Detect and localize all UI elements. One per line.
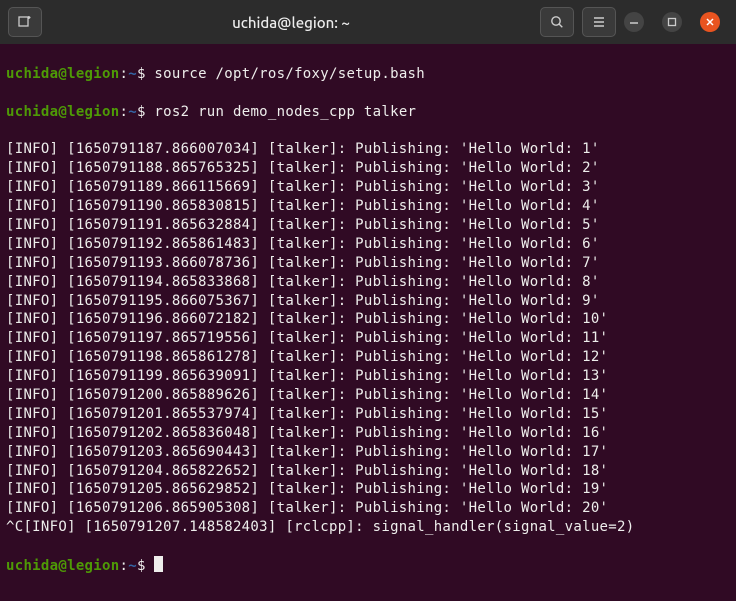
- log-line: [INFO] [1650791195.866075367] [talker]: …: [6, 292, 730, 311]
- prompt-line-idle: uchida@legion:~$: [6, 556, 730, 576]
- log-line: [INFO] [1650791192.865861483] [talker]: …: [6, 235, 730, 254]
- log-line: [INFO] [1650791202.865836048] [talker]: …: [6, 424, 730, 443]
- log-line: [INFO] [1650791201.865537974] [talker]: …: [6, 405, 730, 424]
- log-line: ^C[INFO] [1650791207.148582403] [rclcpp]…: [6, 518, 730, 537]
- new-tab-icon: [17, 14, 33, 30]
- titlebar: uchida@legion: ~: [0, 0, 736, 44]
- log-line: [INFO] [1650791194.865833868] [talker]: …: [6, 273, 730, 292]
- window-controls: [624, 12, 728, 32]
- menu-button[interactable]: [582, 7, 616, 37]
- command-2-text: ros2 run demo_nodes_cpp talker: [154, 104, 416, 120]
- search-icon: [549, 14, 565, 30]
- minimize-icon: [629, 17, 639, 27]
- prompt-path: ~: [128, 66, 137, 82]
- log-line: [INFO] [1650791197.865719556] [talker]: …: [6, 329, 730, 348]
- prompt-line-2: uchida@legion:~$ ros2 run demo_nodes_cpp…: [6, 103, 730, 122]
- log-line: [INFO] [1650791193.866078736] [talker]: …: [6, 254, 730, 273]
- prompt-sigil: $: [137, 66, 146, 82]
- log-line: [INFO] [1650791188.865765325] [talker]: …: [6, 159, 730, 178]
- log-line: [INFO] [1650791203.865690443] [talker]: …: [6, 443, 730, 462]
- prompt-path: ~: [128, 104, 137, 120]
- prompt-line-1: uchida@legion:~$ source /opt/ros/foxy/se…: [6, 65, 730, 84]
- window-title: uchida@legion: ~: [50, 14, 532, 31]
- prompt-userhost: uchida@legion: [6, 104, 119, 120]
- prompt-sep: :: [119, 558, 128, 574]
- prompt-sigil: $: [137, 558, 146, 574]
- log-line: [INFO] [1650791204.865822652] [talker]: …: [6, 462, 730, 481]
- hamburger-icon: [591, 14, 607, 30]
- log-line: [INFO] [1650791199.865639091] [talker]: …: [6, 367, 730, 386]
- terminal-content[interactable]: uchida@legion:~$ source /opt/ros/foxy/se…: [0, 44, 736, 601]
- prompt-userhost: uchida@legion: [6, 558, 119, 574]
- log-line: [INFO] [1650791206.865905308] [talker]: …: [6, 499, 730, 518]
- log-line: [INFO] [1650791187.866007034] [talker]: …: [6, 140, 730, 159]
- prompt-path: ~: [128, 558, 137, 574]
- close-button[interactable]: [700, 12, 720, 32]
- log-line: [INFO] [1650791200.865889626] [talker]: …: [6, 386, 730, 405]
- close-icon: [705, 17, 715, 27]
- minimize-button[interactable]: [624, 12, 644, 32]
- log-line: [INFO] [1650791196.866072182] [talker]: …: [6, 310, 730, 329]
- prompt-sigil: $: [137, 104, 146, 120]
- maximize-icon: [667, 17, 677, 27]
- search-button[interactable]: [540, 7, 574, 37]
- log-line: [INFO] [1650791191.865632884] [talker]: …: [6, 216, 730, 235]
- prompt-userhost: uchida@legion: [6, 66, 119, 82]
- log-line: [INFO] [1650791205.865629852] [talker]: …: [6, 480, 730, 499]
- log-line: [INFO] [1650791190.865830815] [talker]: …: [6, 197, 730, 216]
- new-tab-button[interactable]: [8, 7, 42, 37]
- maximize-button[interactable]: [662, 12, 682, 32]
- prompt-sep: :: [119, 104, 128, 120]
- prompt-sep: :: [119, 66, 128, 82]
- cursor: [154, 556, 163, 572]
- log-line: [INFO] [1650791189.866115669] [talker]: …: [6, 178, 730, 197]
- command-1-text: source /opt/ros/foxy/setup.bash: [154, 66, 425, 82]
- log-line: [INFO] [1650791198.865861278] [talker]: …: [6, 348, 730, 367]
